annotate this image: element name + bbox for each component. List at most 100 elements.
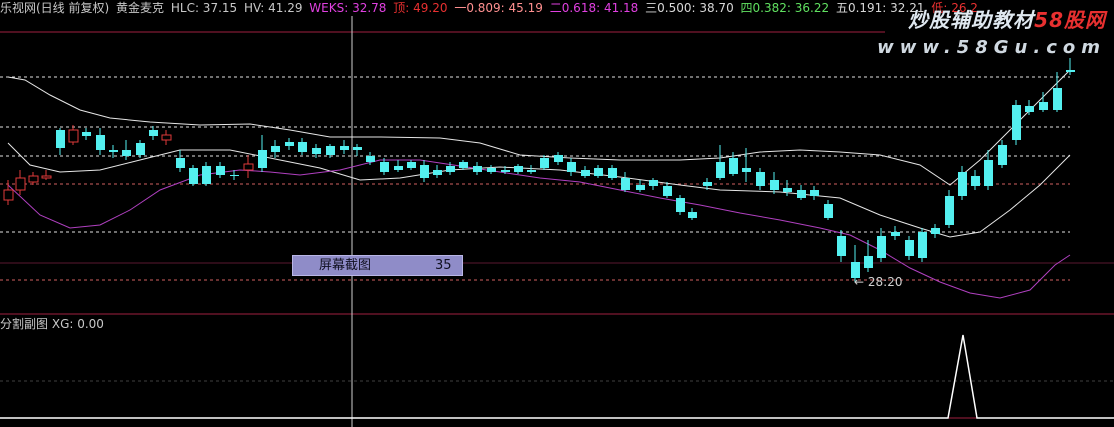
candle-body (756, 172, 765, 186)
candle-body (3, 189, 14, 201)
candle-body (971, 176, 980, 186)
candle-body (298, 142, 307, 152)
candle-body (540, 158, 549, 168)
candle-body (380, 162, 389, 172)
candle-body (958, 172, 967, 196)
candle-body (770, 180, 779, 190)
upper-band-line (7, 69, 1071, 186)
candle-body (716, 162, 725, 178)
candle-body (649, 180, 658, 186)
candle-body (15, 177, 26, 191)
candle-body (891, 232, 900, 236)
candle-body (420, 165, 429, 178)
candle-body (366, 156, 375, 162)
candle-body (109, 150, 118, 152)
candle-body (663, 186, 672, 196)
watermark-title: 炒股辅助教材58股网 (908, 8, 1106, 32)
candle-body (514, 166, 523, 172)
candle-body (688, 212, 697, 218)
candle-body (729, 158, 738, 174)
candle-body (176, 158, 185, 168)
candle-body (998, 145, 1007, 165)
screenshot-tooltip[interactable]: 屏幕截图 35 (292, 255, 463, 276)
candle-body (984, 160, 993, 186)
candle-body (824, 204, 833, 218)
subchart-xg-value: XG: 0.00 (51, 317, 104, 331)
screenshot-label: 屏幕截图 (319, 258, 372, 273)
candle-body (636, 185, 645, 190)
watermark: 炒股辅助教材58股网 www.58Gu.com (877, 4, 1106, 58)
candle-body (608, 168, 617, 178)
weks-value: WEKS: 32.78 (309, 1, 387, 15)
candle-body (68, 129, 79, 143)
candle-body (473, 166, 482, 172)
candle-body (56, 130, 65, 148)
candle-body (554, 155, 563, 162)
lower-band-line (7, 159, 1071, 299)
candle-body (837, 236, 846, 256)
candle-body (797, 190, 806, 198)
candle-body (945, 196, 954, 225)
candle-body (905, 240, 914, 256)
candle-body (285, 142, 294, 146)
level-4-value: 四0.382: 36.22 (740, 1, 830, 15)
candle-body (621, 178, 630, 190)
candle-body (189, 168, 198, 184)
candle-body (931, 228, 940, 234)
candle-body (1012, 105, 1021, 140)
candle-body (487, 168, 496, 172)
price-chart[interactable] (0, 0, 1114, 427)
candle-body (136, 143, 145, 155)
candle-body (326, 146, 335, 155)
candle-body (594, 168, 603, 176)
candle-body (581, 170, 590, 176)
candle-body (501, 170, 510, 172)
candle-body (312, 148, 321, 154)
level-1-value: 一0.809: 45.19 (454, 1, 543, 15)
candle-body (703, 182, 712, 186)
candle-body (742, 168, 751, 172)
candle-body (783, 188, 792, 192)
level-3-value: 三0.500: 38.70 (645, 1, 734, 15)
hv-value: HV: 41.29 (244, 1, 303, 15)
candle-body (82, 132, 91, 136)
candle-body (459, 162, 468, 168)
candle-body (216, 166, 225, 175)
screenshot-value: 35 (435, 258, 452, 273)
candle-body (1039, 102, 1048, 110)
xg-signal-line (0, 334, 1114, 419)
candle-body (1025, 106, 1034, 112)
candle-body (353, 147, 362, 150)
level-2-value: 二0.618: 41.18 (549, 1, 639, 15)
candle-body (394, 166, 403, 170)
candle-body (271, 146, 280, 152)
candle-body (161, 134, 172, 141)
candle-body (96, 135, 105, 150)
indicator-name: 黄金麦克 (116, 1, 165, 15)
candle-body (340, 146, 349, 150)
candle-body (877, 236, 886, 258)
candle-body (810, 190, 819, 196)
candle-body (864, 256, 873, 268)
stock-title: 乐视网(日线 前复权) (0, 1, 110, 15)
candle-body (1066, 70, 1075, 72)
candle-body (1053, 88, 1062, 110)
candle-body (567, 162, 576, 172)
candle-body (41, 175, 52, 179)
candle-body (202, 166, 211, 184)
subchart-header: 分割副图 XG: 0.00 (0, 317, 104, 331)
candle-body (446, 166, 455, 172)
subchart-title: 分割副图 (0, 317, 49, 331)
candle-body (28, 175, 39, 183)
candle-body (433, 170, 442, 175)
hlc-value: HLC: 37.15 (170, 1, 238, 15)
candle-body (527, 170, 536, 172)
watermark-url: www.58Gu.com (877, 37, 1106, 58)
candle-body (230, 175, 239, 176)
candle-body (243, 163, 254, 171)
candle-body (918, 232, 927, 258)
candle-body (149, 130, 158, 136)
min-price-marker: ← 28:20 (854, 275, 903, 289)
candle-body (676, 198, 685, 212)
middle-band-line (7, 142, 1071, 238)
